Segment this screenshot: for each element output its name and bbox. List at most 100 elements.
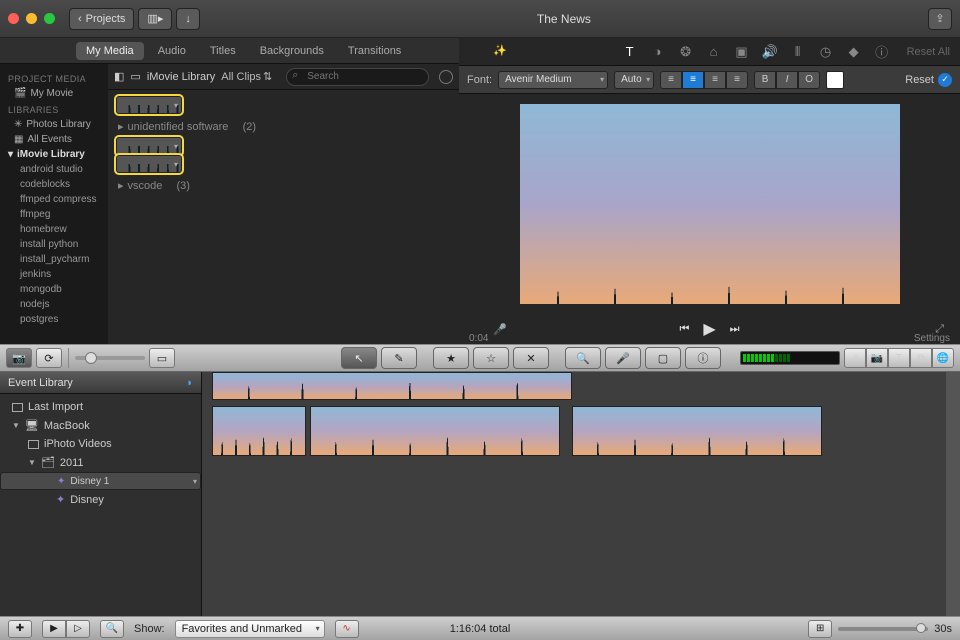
play-button[interactable]: ▶ [703, 319, 715, 339]
clip-thumbnail[interactable] [116, 96, 182, 114]
inspector-tool[interactable]: ⓘ [685, 347, 721, 369]
font-size-dropdown[interactable]: Auto [614, 71, 654, 89]
event-group-header[interactable]: ▸ vscode (3) [116, 173, 451, 196]
event-item[interactable]: install python [0, 237, 108, 252]
unfavorite-button[interactable]: ☆ [473, 347, 509, 369]
iphoto-videos-item[interactable]: iPhoto Videos [0, 435, 201, 453]
search-input[interactable] [286, 68, 429, 86]
play-selection-button[interactable]: ▶ [42, 620, 66, 638]
new-event-button[interactable]: ✚ [8, 620, 32, 638]
appearance-button[interactable] [439, 70, 453, 84]
filmstrip-icon[interactable]: ▭ [130, 70, 140, 83]
close-window-button[interactable] [8, 13, 19, 24]
search-events-button[interactable]: 🔍 [100, 620, 124, 638]
transition-browser-button[interactable]: ⧉ [910, 348, 932, 368]
timeline-clip[interactable] [572, 406, 822, 456]
project-my-movie[interactable]: 🎬 My Movie [0, 86, 108, 101]
volume-icon[interactable]: 🔊 [761, 44, 779, 60]
play-fullscreen-button[interactable]: ▷ [66, 620, 90, 638]
camera-import-button[interactable]: 📷 [6, 348, 32, 368]
library-list-toggle[interactable]: ▥▸ [138, 8, 172, 30]
speed-icon[interactable]: ◷ [817, 44, 835, 60]
event-item[interactable]: homebrew [0, 222, 108, 237]
swap-layout-button[interactable]: ⟳ [36, 348, 62, 368]
align-right-button[interactable]: ≡ [704, 71, 726, 89]
event-item[interactable]: mongodb [0, 282, 108, 297]
timeline-clip[interactable] [212, 372, 572, 400]
music-browser-button[interactable]: ♫ [844, 348, 866, 368]
back-to-projects-button[interactable]: ‹ Projects [69, 8, 134, 30]
show-filter-dropdown[interactable]: Favorites and Unmarked [175, 620, 325, 638]
zoom-slider[interactable] [838, 627, 928, 631]
bold-button[interactable]: B [754, 71, 776, 89]
photos-library-item[interactable]: ✳ Photos Library [0, 117, 108, 132]
preview-canvas[interactable] [520, 104, 900, 304]
year-folder-item[interactable]: ▼🗂 2011 [0, 453, 201, 472]
clip-filter-icon[interactable]: ◆ [845, 44, 863, 60]
photo-browser-button[interactable]: 📷 [866, 348, 888, 368]
waveform-toggle[interactable]: ∿ [335, 620, 359, 638]
tab-my-media[interactable]: My Media [76, 42, 144, 60]
single-row-toggle[interactable]: ▭ [149, 348, 175, 368]
maps-browser-button[interactable]: 🌐 [932, 348, 954, 368]
tab-titles[interactable]: Titles [200, 42, 246, 60]
thumbnail-size-slider[interactable] [75, 356, 145, 360]
color-correction-icon[interactable]: ❂ [677, 44, 695, 60]
imovie-library-item[interactable]: ▾ iMovie Library [0, 147, 108, 162]
reset-title-button[interactable]: Reset✓ [905, 73, 952, 87]
minimize-window-button[interactable] [26, 13, 37, 24]
reject-button[interactable]: ✕ [513, 347, 549, 369]
reset-all-button[interactable]: Reset All [907, 46, 950, 58]
vertical-scrollbar[interactable] [946, 372, 960, 616]
macbook-item[interactable]: ▼🖥 MacBook [0, 416, 201, 435]
event-item[interactable]: ffmped compress [0, 192, 108, 207]
italic-button[interactable]: I [776, 71, 798, 89]
outline-button[interactable]: O [798, 71, 820, 89]
clip-thumbnail[interactable] [116, 137, 182, 155]
voiceover-mic-icon[interactable]: 🎤 [493, 323, 507, 336]
viewer-settings-button[interactable]: Settings [914, 333, 950, 344]
color-balance-icon[interactable]: ◑ [649, 44, 667, 59]
timeline-clip[interactable] [212, 406, 306, 456]
last-import-item[interactable]: Last Import [0, 398, 201, 416]
edit-tool[interactable]: ✎ [381, 347, 417, 369]
crop-tool[interactable]: ▢ [645, 347, 681, 369]
event-item[interactable]: install_pycharm [0, 252, 108, 267]
event-item[interactable]: ffmpeg [0, 207, 108, 222]
disney-event-item[interactable]: ✦Disney [0, 490, 201, 509]
event-item[interactable]: android studio [0, 162, 108, 177]
event-group-header[interactable]: ▸ unidentified software (2) [116, 114, 451, 137]
tab-transitions[interactable]: Transitions [338, 42, 411, 60]
tab-backgrounds[interactable]: Backgrounds [250, 42, 334, 60]
font-dropdown[interactable]: Avenir Medium [498, 71, 608, 89]
favorite-button[interactable]: ★ [433, 347, 469, 369]
clip-filter-dropdown[interactable]: All Clips ⇅ [221, 70, 272, 83]
crop-icon[interactable]: ⌂ [705, 44, 723, 59]
text-color-swatch[interactable] [826, 71, 844, 89]
align-center-button[interactable]: ≡ [682, 71, 704, 89]
all-events-item[interactable]: ▦ All Events [0, 132, 108, 147]
event-item[interactable]: codeblocks [0, 177, 108, 192]
pointer-tool[interactable]: ↖ [341, 347, 377, 369]
info-icon[interactable]: ⓘ [873, 42, 891, 61]
sidebar-toggle-icon[interactable]: ◧ [114, 70, 124, 83]
align-justify-button[interactable]: ≡ [726, 71, 748, 89]
zoom-window-button[interactable] [44, 13, 55, 24]
next-frame-button[interactable]: ⏭ [730, 323, 740, 336]
event-item[interactable]: postgres [0, 312, 108, 327]
clip-thumbnail[interactable] [116, 155, 182, 173]
noise-eq-icon[interactable]: ⫴ [789, 44, 807, 60]
disney1-event-item[interactable]: ✦Disney 1 [0, 472, 201, 490]
enhance-wand-icon[interactable]: ✨ [493, 44, 507, 57]
title-browser-button[interactable]: T [888, 348, 910, 368]
event-item[interactable]: jenkins [0, 267, 108, 282]
prev-frame-button[interactable]: ⏮ [679, 323, 689, 336]
voiceover-tool[interactable]: 🎤 [605, 347, 641, 369]
keyword-tool[interactable]: 🔍 [565, 347, 601, 369]
event-item[interactable]: nodejs [0, 297, 108, 312]
import-button[interactable]: ↓ [176, 8, 200, 30]
keyword-filter-button[interactable]: ⊞ [808, 620, 832, 638]
tab-audio[interactable]: Audio [148, 42, 196, 60]
search-field[interactable] [286, 68, 429, 86]
event-timeline[interactable] [202, 372, 960, 616]
